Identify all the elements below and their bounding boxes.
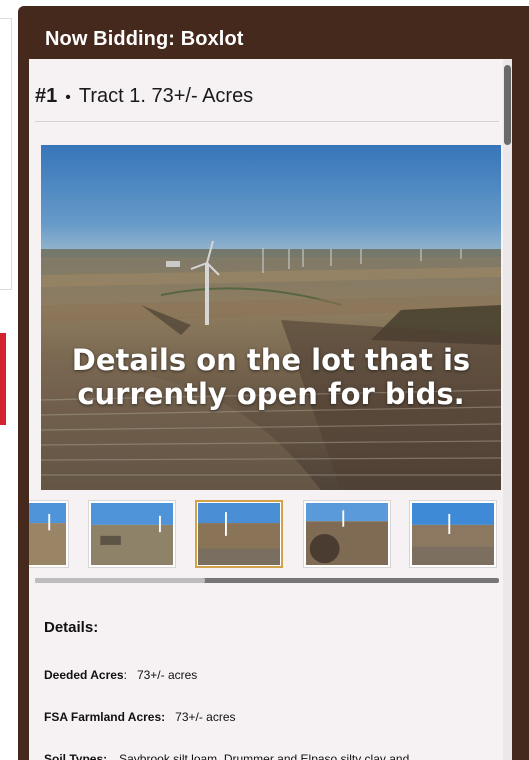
content-scrollbar-thumb[interactable] (504, 65, 511, 145)
thumbnail-3-active[interactable] (195, 500, 283, 568)
thumbnail-1[interactable] (29, 500, 69, 568)
thumbnail-strip (29, 492, 503, 572)
detail-value: 73+/- acres (175, 710, 236, 724)
thumbnail-scrollbar-thumb[interactable] (35, 578, 205, 583)
lot-main-image[interactable]: Details on the lot that is currently ope… (41, 145, 501, 490)
background-page-edge (0, 0, 18, 760)
background-red-tab (0, 333, 6, 425)
lot-title: Tract 1. 73+/- Acres (78, 85, 254, 107)
detail-label: Deeded Acres (44, 668, 124, 682)
detail-row-deeded-acres: Deeded Acres: 73+/- acres (44, 668, 197, 682)
thumbnail-image-3 (198, 503, 280, 565)
heading-divider (35, 121, 499, 122)
thumbnail-image-1 (29, 503, 66, 565)
thumbnail-4[interactable] (303, 500, 391, 568)
thumbnail-image-2 (91, 503, 173, 565)
details-heading: Details: (44, 619, 99, 636)
panel-title: Now Bidding: Boxlot (45, 28, 244, 50)
thumbnail-scrollbar[interactable] (35, 578, 499, 583)
hero-caption: Details on the lot that is currently ope… (71, 343, 471, 411)
detail-row-fsa-acres: FSA Farmland Acres: 73+/- acres (44, 710, 236, 724)
detail-label: FSA Farmland Acres: (44, 710, 166, 724)
aerial-farmland-photo (41, 145, 501, 490)
detail-label-suffix: : (123, 668, 127, 682)
detail-value: Saybrook silt loam, Drummer and Elpaso s… (119, 752, 410, 760)
thumbnail-image-4 (306, 503, 388, 565)
thumbnail-image-5 (412, 503, 494, 565)
detail-value: 73+/- acres (136, 668, 198, 682)
background-card (0, 18, 12, 290)
thumbnail-5[interactable] (409, 500, 497, 568)
content-scrollbar[interactable] (503, 59, 512, 760)
thumbnail-2[interactable] (88, 500, 176, 568)
lot-separator: • (65, 89, 71, 106)
lot-heading: #1 • Tract 1. 73+/- Acres (35, 85, 253, 108)
detail-row-soil-types: Soil Types: Saybrook silt loam, Drummer a… (44, 752, 409, 760)
detail-label: Soil Types: (44, 752, 108, 760)
now-bidding-panel: Now Bidding: Boxlot #1 • Tract 1. 73+/- Ac… (18, 6, 529, 760)
lot-number: #1 (35, 85, 58, 107)
lot-details-content[interactable]: #1 • Tract 1. 73+/- Acres Details on the… (29, 59, 503, 760)
